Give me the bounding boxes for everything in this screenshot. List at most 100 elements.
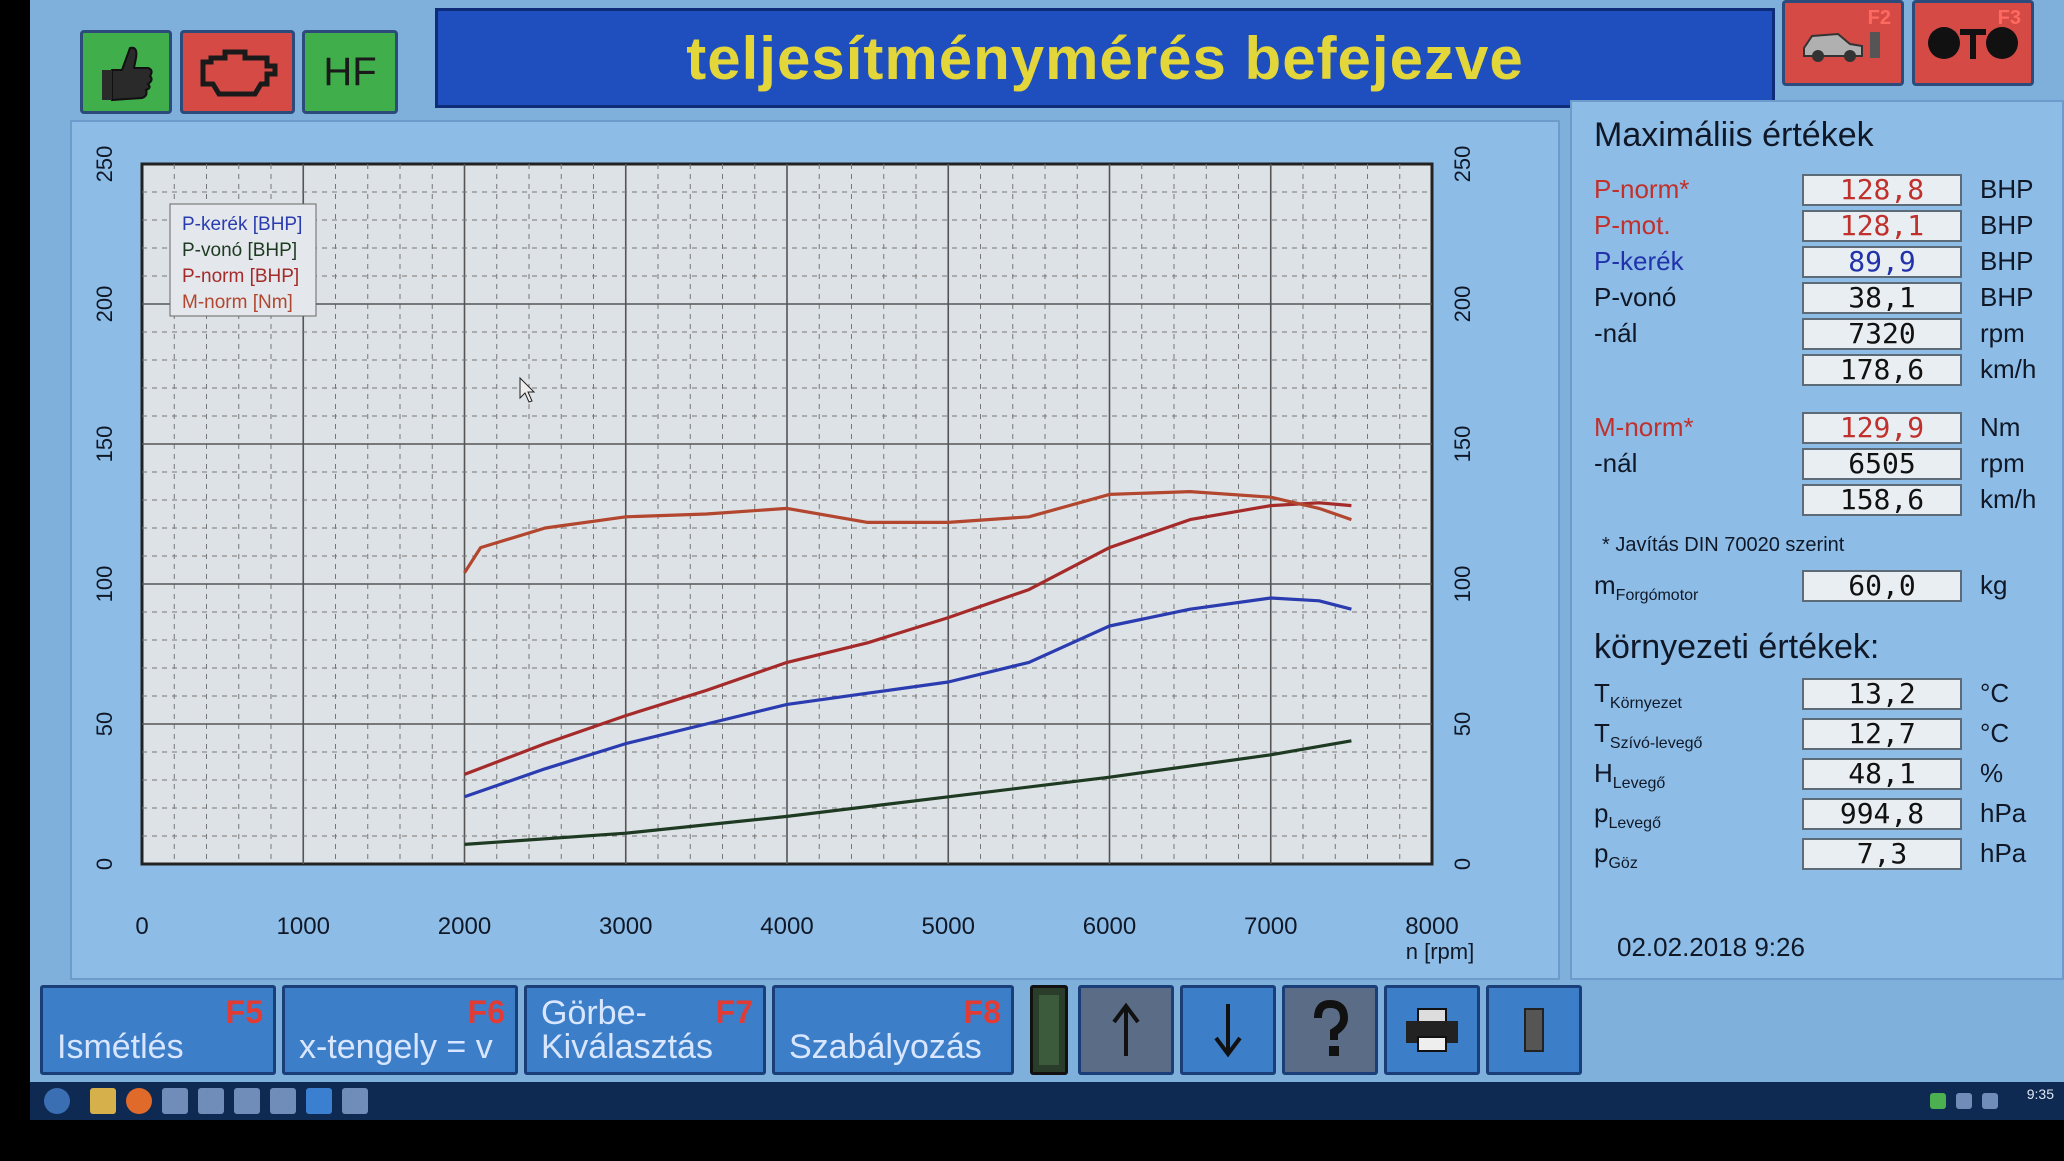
p-vono-row: P-vonó 38,1 BHP <box>1594 282 2054 316</box>
air-pressure-value: 994,8 <box>1802 798 1962 830</box>
status-indicator <box>1030 985 1068 1075</box>
scroll-down-button[interactable] <box>1180 985 1276 1075</box>
scroll-up-button[interactable] <box>1078 985 1174 1075</box>
intake-temp-unit: °C <box>1980 718 2010 748</box>
f8-label: Szabályozás <box>789 1028 982 1066</box>
torque-rpm-row: -nál 6505 rpm <box>1594 448 2054 482</box>
door-icon <box>1524 1008 1544 1052</box>
f6-x-axis-button[interactable]: F6 x-tengely = v <box>282 985 518 1075</box>
max-values-panel: Maximáliis értékek P-norm* 128,8 BHP P-m… <box>1570 100 2064 980</box>
p-kerek-label: P-kerék <box>1594 246 1684 276</box>
taskbar-app-icon[interactable] <box>162 1088 188 1114</box>
f6-label: x-tengely = v <box>299 1028 493 1066</box>
air-pressure-row: pLevegő 994,8 hPa <box>1594 798 2054 832</box>
y-tick-label-right: 0 <box>1450 858 1475 870</box>
power-speed-row: 178,6 km/h <box>1594 354 2054 388</box>
f3-key-label: F3 <box>1997 7 2021 29</box>
intake-temp-label: TSzívó-levegő <box>1594 718 1703 753</box>
arrow-down-icon <box>1214 1004 1242 1058</box>
question-mark-icon <box>1314 1000 1349 1056</box>
p-vono-label: P-vonó <box>1594 282 1677 312</box>
thumbs-up-button[interactable] <box>80 30 172 114</box>
legend-entry: P-norm [BHP] <box>182 266 299 287</box>
dyno-app-taskbar-icon[interactable] <box>306 1088 332 1114</box>
y-tick-label-left: 150 <box>92 426 117 463</box>
help-button[interactable] <box>1282 985 1378 1075</box>
file-explorer-icon[interactable] <box>90 1088 116 1114</box>
hf-button[interactable]: HF <box>302 30 398 114</box>
x-tick-label: 0 <box>135 913 148 940</box>
torque-rpm-label: -nál <box>1594 448 1638 478</box>
legend-entry: M-norm [Nm] <box>182 292 293 313</box>
air-pressure-unit: hPa <box>1980 798 2027 828</box>
torque-rpm-value: 6505 <box>1802 448 1962 480</box>
air-pressure-label: pLevegő <box>1594 798 1661 833</box>
power-rpm-unit: rpm <box>1980 318 2025 348</box>
p-norm-label: P-norm* <box>1594 174 1690 204</box>
measurement-datetime: 02.02.2018 9:26 <box>1617 932 1805 962</box>
p-kerek-row: P-kerék 89,9 BHP <box>1594 246 2054 280</box>
y-tick-label-right: 200 <box>1450 286 1475 323</box>
vapor-pressure-row: pGöz 7,3 hPa <box>1594 838 2054 872</box>
taskbar-clock: 9:35 <box>2026 1086 2054 1102</box>
y-tick-label-right: 150 <box>1450 426 1475 463</box>
windows-start-icon[interactable] <box>44 1088 70 1114</box>
intake-temp-row: TSzívó-levegő 12,7 °C <box>1594 718 2054 752</box>
power-rpm-row: -nál 7320 rpm <box>1594 318 2054 352</box>
p-kerek-unit: BHP <box>1980 246 2034 276</box>
windows-taskbar: 9:35 <box>30 1082 2064 1120</box>
f7-curve-select-button[interactable]: F7 Görbe- Kiválasztás <box>524 985 766 1075</box>
power-rpm-value: 7320 <box>1802 318 1962 350</box>
y-tick-label-left: 250 <box>92 146 117 183</box>
y-tick-label-right: 250 <box>1450 146 1475 183</box>
f5-repeat-button[interactable]: F5 Ismétlés <box>40 985 276 1075</box>
engine-button[interactable] <box>180 30 295 114</box>
f8-regulation-button[interactable]: F8 Szabályozás <box>772 985 1014 1075</box>
dyno-application-screen: HF teljesítménymérés befejezve F2 F3 0 10… <box>30 0 2064 1120</box>
vapor-pressure-label: pGöz <box>1594 838 1638 873</box>
power-speed-value: 178,6 <box>1802 354 1962 386</box>
torque-rpm-unit: rpm <box>1980 448 2025 478</box>
x-tick-label: 3000 <box>599 913 652 940</box>
print-button[interactable] <box>1384 985 1480 1075</box>
printer-icon <box>1406 1008 1458 1052</box>
x-tick-label: 2000 <box>438 913 491 940</box>
x-axis-label: n [rpm] <box>1406 939 1474 964</box>
y-tick-label-left: 50 <box>92 712 117 736</box>
f7-key-label: F7 <box>715 994 753 1030</box>
thumbs-up-icon <box>102 46 153 102</box>
hf-label: HF <box>323 49 377 94</box>
f3-rollers-button[interactable]: F3 <box>1912 0 2034 86</box>
p-mot-label: P-mot. <box>1594 210 1671 240</box>
taskbar-app-icon[interactable] <box>234 1088 260 1114</box>
power-rpm-label: -nál <box>1594 318 1638 348</box>
mass-row: mForgómotor 60,0 kg <box>1594 570 2054 604</box>
p-norm-row: P-norm* 128,8 BHP <box>1594 174 2054 208</box>
f7-label-line1: Görbe- <box>541 994 647 1032</box>
speaker-tray-icon[interactable] <box>1982 1093 1998 1109</box>
x-tick-label: 1000 <box>277 913 330 940</box>
exit-button[interactable] <box>1486 985 1582 1075</box>
mass-unit: kg <box>1980 570 2008 600</box>
f8-key-label: F8 <box>963 994 1001 1030</box>
humidity-value: 48,1 <box>1802 758 1962 790</box>
mass-label: mForgómotor <box>1594 570 1699 605</box>
max-values-title: Maximáliis értékek <box>1594 116 1874 154</box>
p-mot-value: 128,1 <box>1802 210 1962 242</box>
humidity-row: HLevegő 48,1 % <box>1594 758 2054 792</box>
engine-icon <box>200 49 277 97</box>
torque-speed-row: 158,6 km/h <box>1594 484 2054 518</box>
f2-vehicle-button[interactable]: F2 <box>1782 0 1904 86</box>
humidity-unit: % <box>1980 758 2004 788</box>
torque-speed-value: 158,6 <box>1802 484 1962 516</box>
taskbar-app-icon[interactable] <box>198 1088 224 1114</box>
firefox-icon[interactable] <box>126 1088 152 1114</box>
network-tray-icon[interactable] <box>1930 1093 1946 1109</box>
m-norm-unit: Nm <box>1980 412 2021 442</box>
torque-speed-unit: km/h <box>1980 484 2037 514</box>
flag-tray-icon[interactable] <box>1956 1093 1972 1109</box>
power-speed-unit: km/h <box>1980 354 2037 384</box>
y-tick-label-left: 0 <box>92 858 117 870</box>
taskbar-app-icon[interactable] <box>342 1088 368 1114</box>
taskbar-app-icon[interactable] <box>270 1088 296 1114</box>
